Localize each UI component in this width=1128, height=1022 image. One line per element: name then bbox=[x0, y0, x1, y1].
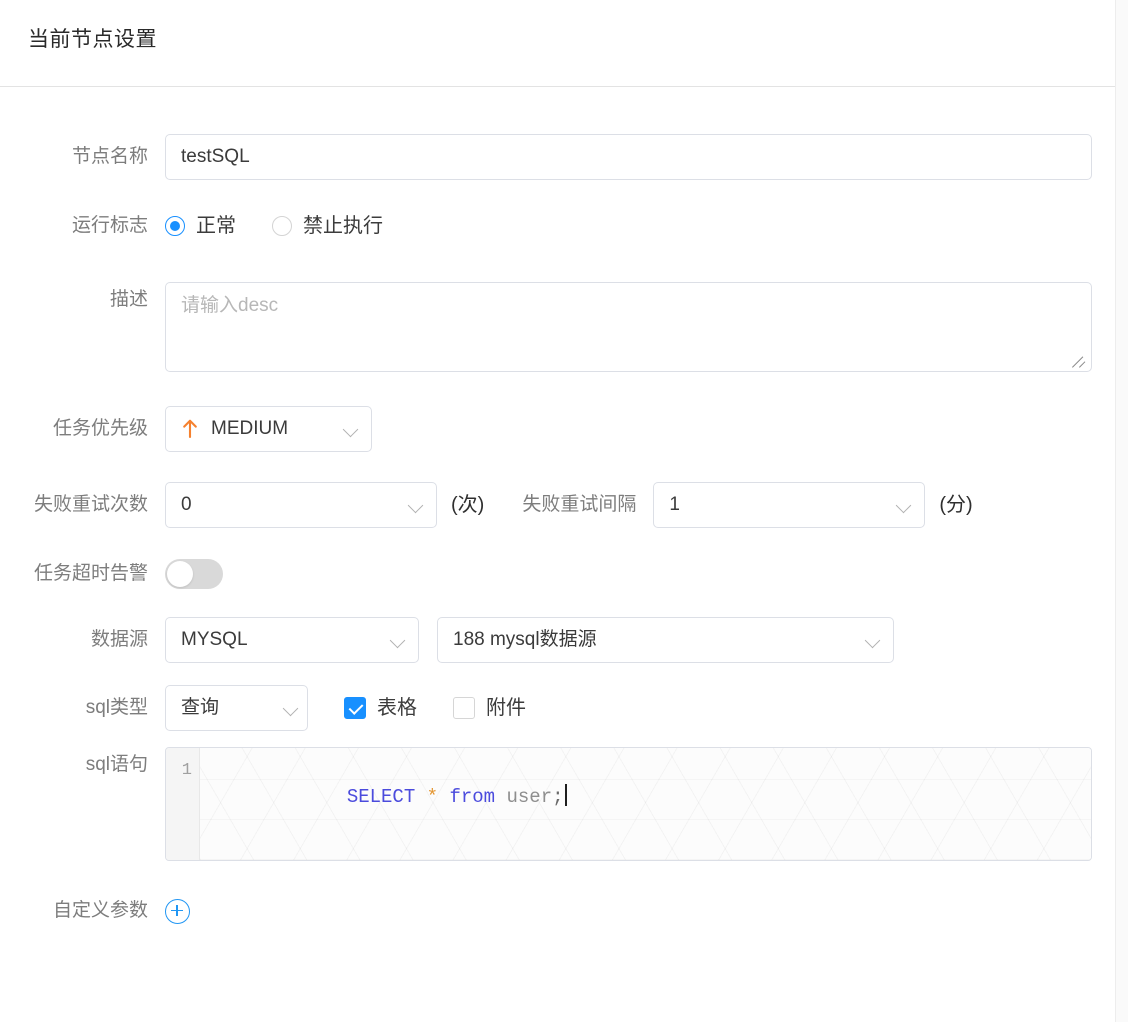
timeout-alarm-label: 任务超时告警 bbox=[33, 563, 148, 584]
chevron-down-icon bbox=[896, 497, 912, 513]
description-textarea[interactable]: 请输入desc bbox=[165, 282, 1092, 372]
chevron-down-icon bbox=[408, 497, 424, 513]
retry-interval-label: 失败重试间隔 bbox=[522, 494, 637, 515]
description-label: 描述 bbox=[109, 289, 148, 310]
sql-token-from: from bbox=[449, 786, 496, 808]
sql-token-table: user bbox=[506, 786, 553, 808]
node-settings-page: 当前节点设置 节点名称 testSQL 运行标志 正常 禁止执行 描述 请输入d… bbox=[0, 0, 1128, 1022]
sql-token-semicolon: ; bbox=[552, 786, 564, 808]
field-row-sql-statement: sql语句 1 SELECT * from user; bbox=[0, 747, 1092, 861]
retry-times-label: 失败重试次数 bbox=[33, 494, 148, 515]
priority-select[interactable]: MEDIUM bbox=[165, 406, 372, 452]
checkbox-checked-icon bbox=[344, 697, 366, 719]
radio-selected-icon bbox=[165, 216, 185, 236]
sql-type-checkbox-table[interactable]: 表格 bbox=[344, 695, 417, 721]
chevron-down-icon bbox=[283, 700, 299, 716]
page-header: 当前节点设置 bbox=[0, 0, 1115, 87]
text-cursor bbox=[564, 784, 567, 806]
priority-label: 任务优先级 bbox=[52, 418, 148, 439]
field-row-timeout-alarm: 任务超时告警 bbox=[0, 559, 223, 589]
sql-token-star: * bbox=[426, 786, 439, 808]
run-flag-option-forbidden-label: 禁止执行 bbox=[303, 215, 383, 237]
sql-type-checkbox-attachment[interactable]: 附件 bbox=[453, 695, 526, 721]
node-settings-form: 节点名称 testSQL 运行标志 正常 禁止执行 描述 请输入desc 任务优… bbox=[0, 88, 1115, 1022]
sql-token-space-2 bbox=[438, 786, 449, 808]
retry-interval-value: 1 bbox=[669, 494, 680, 515]
retry-interval-unit: (分) bbox=[939, 494, 973, 516]
field-row-description: 描述 请输入desc bbox=[0, 282, 1092, 372]
plus-circle-icon[interactable] bbox=[165, 898, 190, 924]
vertical-scrollbar-track[interactable] bbox=[1115, 0, 1128, 1022]
checkbox-table-label: 表格 bbox=[377, 697, 417, 719]
retry-interval-select[interactable]: 1 bbox=[653, 482, 926, 528]
node-name-value: testSQL bbox=[181, 146, 250, 167]
retry-times-select[interactable]: 0 bbox=[165, 482, 437, 528]
description-placeholder: 请输入desc bbox=[181, 295, 279, 316]
toggle-knob bbox=[167, 561, 193, 587]
run-flag-label: 运行标志 bbox=[71, 215, 148, 236]
radio-unselected-icon bbox=[272, 216, 292, 236]
checkbox-attachment-label: 附件 bbox=[486, 697, 526, 719]
sql-statement-label: sql语句 bbox=[85, 754, 148, 775]
checkbox-unchecked-icon bbox=[453, 697, 475, 719]
datasource-name-value: 188 mysql数据源 bbox=[453, 629, 597, 650]
sql-type-label: sql类型 bbox=[85, 697, 148, 718]
field-row-node-name: 节点名称 testSQL bbox=[0, 134, 1092, 180]
field-row-custom-params: 自定义参数 bbox=[0, 898, 190, 924]
page-title: 当前节点设置 bbox=[28, 28, 157, 51]
sql-code-editor[interactable]: 1 SELECT * from user; bbox=[165, 747, 1092, 861]
sql-token-select: SELECT bbox=[346, 786, 416, 808]
node-name-input[interactable]: testSQL bbox=[165, 134, 1092, 180]
editor-code-area[interactable]: SELECT * from user; bbox=[200, 748, 1091, 860]
node-name-label: 节点名称 bbox=[71, 146, 148, 167]
datasource-type-value: MYSQL bbox=[181, 629, 248, 650]
field-row-sql-type: sql类型 查询 表格 附件 bbox=[0, 685, 526, 731]
run-flag-option-normal-label: 正常 bbox=[196, 215, 236, 237]
retry-times-value: 0 bbox=[181, 494, 192, 515]
datasource-label: 数据源 bbox=[90, 629, 148, 650]
timeout-alarm-toggle[interactable] bbox=[165, 559, 223, 589]
sql-token-space-1 bbox=[415, 786, 426, 808]
code-line-1: SELECT * from user; bbox=[210, 758, 567, 836]
datasource-type-select[interactable]: MYSQL bbox=[165, 617, 419, 663]
custom-params-label: 自定义参数 bbox=[52, 900, 148, 921]
run-flag-radio-group: 正常 禁止执行 bbox=[165, 211, 419, 241]
field-row-datasource: 数据源 MYSQL 188 mysql数据源 bbox=[0, 617, 894, 663]
editor-line-numbers: 1 bbox=[166, 748, 200, 860]
chevron-down-icon bbox=[865, 632, 881, 648]
retry-times-unit: (次) bbox=[451, 494, 485, 516]
chevron-down-icon bbox=[390, 632, 406, 648]
sql-type-value: 查询 bbox=[181, 697, 220, 718]
field-row-run-flag: 运行标志 正常 禁止执行 bbox=[0, 211, 419, 241]
run-flag-option-normal[interactable]: 正常 bbox=[165, 213, 236, 239]
chevron-down-icon bbox=[343, 421, 359, 437]
arrow-up-icon bbox=[181, 418, 199, 440]
field-row-retry: 失败重试次数 0 (次) 失败重试间隔 1 (分) bbox=[0, 482, 973, 528]
run-flag-option-forbidden[interactable]: 禁止执行 bbox=[272, 213, 383, 239]
priority-value: MEDIUM bbox=[211, 418, 289, 439]
resize-handle-icon[interactable] bbox=[1072, 353, 1088, 369]
sql-type-select[interactable]: 查询 bbox=[165, 685, 308, 731]
datasource-name-select[interactable]: 188 mysql数据源 bbox=[437, 617, 894, 663]
field-row-priority: 任务优先级 MEDIUM bbox=[0, 406, 372, 452]
sql-token-space-3 bbox=[495, 786, 506, 808]
